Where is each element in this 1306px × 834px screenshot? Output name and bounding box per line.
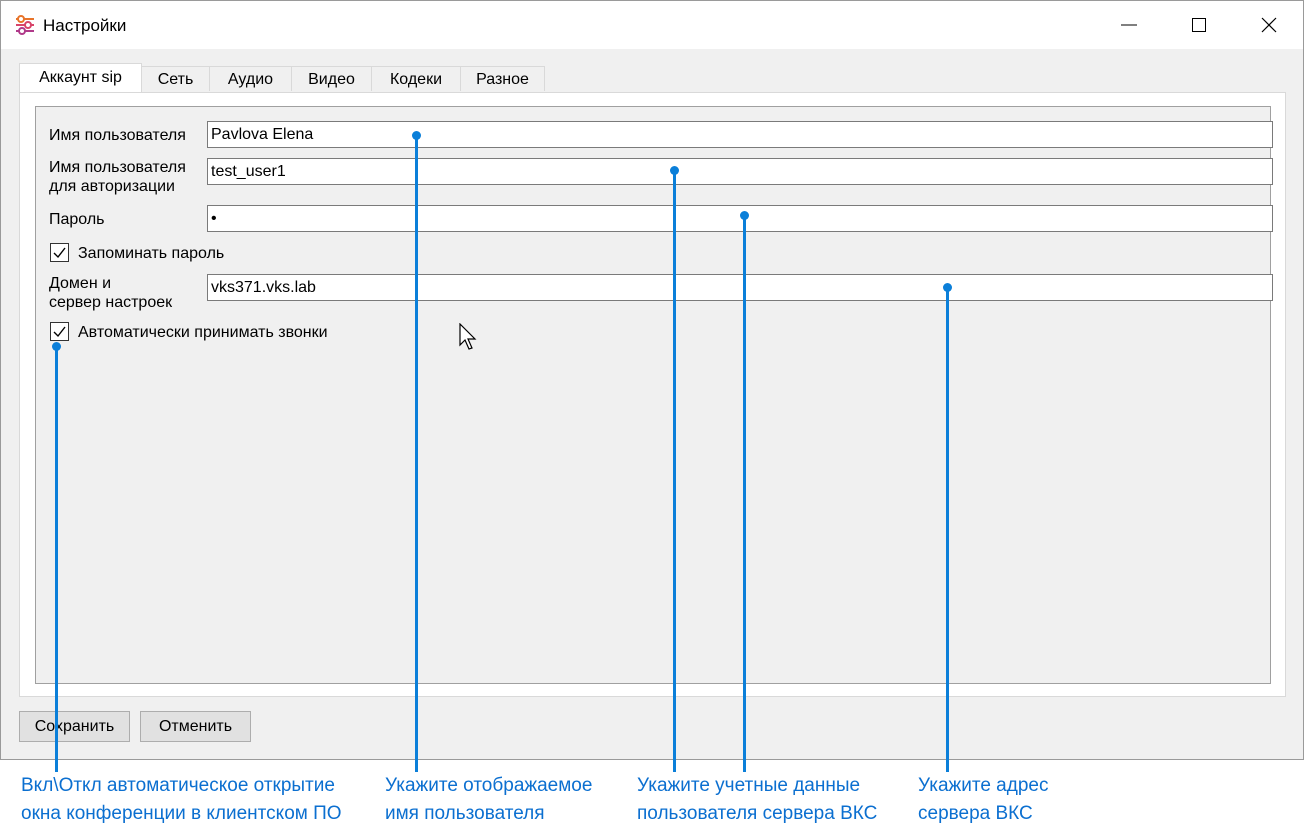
callout-line-auto-answer (55, 347, 58, 772)
mouse-cursor-icon (459, 322, 479, 356)
callout-credentials-line1: Укажите учетные данные (637, 775, 861, 796)
callout-server-address-line2: сервера ВКС (918, 803, 1033, 824)
auto-answer-checkbox[interactable] (50, 322, 69, 341)
callout-username-line1: Укажите отображаемое (385, 775, 593, 796)
callout-credentials: Укажите учетные данные пользователя серв… (637, 772, 877, 828)
sip-account-group: Имя пользователя Pavlova Elena Имя польз… (35, 106, 1273, 684)
remember-password-checkbox[interactable] (50, 243, 69, 262)
settings-window: Настройки Сеть Аудио Видео Кодеки Разное… (0, 0, 1304, 760)
checkmark-icon (53, 247, 66, 259)
callout-line-password (743, 215, 746, 772)
domain-label-line1: Домен и (49, 275, 112, 292)
callout-line-domain (946, 288, 949, 772)
window-title: Настройки (43, 16, 127, 35)
password-label: Пароль (49, 211, 105, 228)
title-bar[interactable]: Настройки (1, 1, 1303, 49)
close-button[interactable] (1241, 1, 1297, 49)
tab-misc[interactable]: Разное (460, 66, 545, 91)
callout-dot-username (412, 131, 421, 140)
maximize-button[interactable] (1171, 1, 1227, 49)
callout-server-address: Укажите адрес сервера ВКС (918, 772, 1048, 828)
password-field[interactable]: • (207, 205, 1273, 232)
callout-dot-auto-answer (52, 342, 61, 351)
tab-codecs[interactable]: Кодеки (371, 66, 461, 91)
callout-auto-answer: Вкл\Откл автоматическое открытие окна ко… (21, 772, 342, 828)
tab-video[interactable]: Видео (291, 66, 372, 91)
tab-panel-sip-account: Имя пользователя Pavlova Elena Имя польз… (19, 92, 1286, 697)
callout-dot-domain (943, 283, 952, 292)
checkmark-icon (53, 326, 66, 338)
minimize-button[interactable] (1101, 1, 1157, 49)
callout-credentials-line2: пользователя сервера ВКС (637, 803, 878, 824)
tab-audio[interactable]: Аудио (209, 66, 292, 91)
username-field[interactable]: Pavlova Elena (207, 121, 1273, 148)
tab-network[interactable]: Сеть (141, 66, 210, 91)
close-icon (1261, 17, 1277, 33)
callout-line-username (415, 136, 418, 772)
tab-sip-account[interactable]: Аккаунт sip (19, 63, 142, 93)
cancel-button[interactable]: Отменить (140, 711, 251, 742)
callout-auto-answer-line1: Вкл\Откл автоматическое открытие (21, 775, 335, 796)
callout-server-address-line1: Укажите адрес (918, 775, 1049, 796)
callout-line-auth-username (673, 171, 676, 772)
callout-username-line2: имя пользователя (385, 803, 545, 824)
callout-dot-password (740, 211, 749, 220)
domain-label-line2: сервер настроек (49, 294, 173, 311)
save-button[interactable]: Сохранить (19, 711, 130, 742)
maximize-icon (1192, 18, 1206, 32)
auto-answer-label[interactable]: Автоматически принимать звонки (78, 323, 328, 342)
settings-sliders-icon (13, 13, 37, 37)
auth-username-label-line2: для авторизации (49, 178, 175, 195)
domain-server-field[interactable]: vks371.vks.lab (207, 274, 1273, 301)
username-label: Имя пользователя (49, 127, 186, 144)
callout-dot-auth-username (670, 166, 679, 175)
remember-password-label[interactable]: Запоминать пароль (78, 244, 224, 263)
minimize-icon (1121, 24, 1137, 26)
auth-username-field[interactable]: test_user1 (207, 158, 1273, 185)
callout-username: Укажите отображаемое имя пользователя (385, 772, 592, 828)
auth-username-label-line1: Имя пользователя (49, 159, 186, 176)
callout-auto-answer-line2: окна конференции в клиентском ПО (21, 803, 342, 824)
